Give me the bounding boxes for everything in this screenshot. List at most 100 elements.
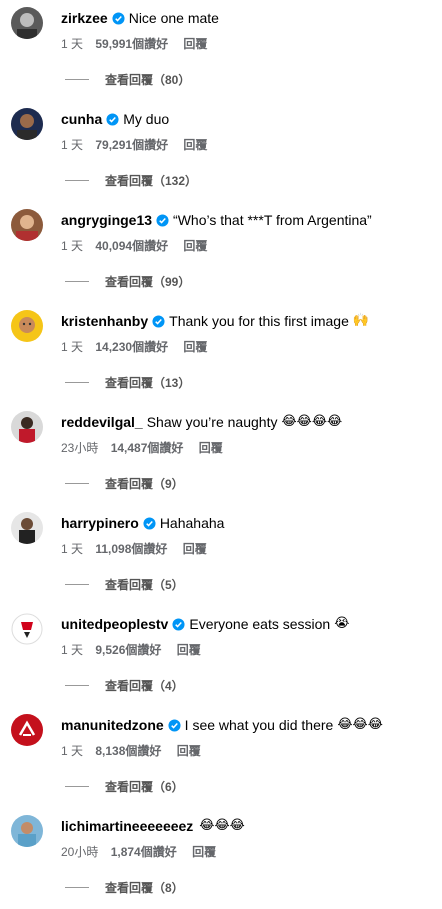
verified-badge-icon (112, 11, 125, 25)
avatar[interactable] (11, 411, 43, 443)
verified-badge-icon (172, 617, 185, 631)
divider (65, 382, 89, 383)
comment-item: kristenhanby Thank you for this first im… (0, 303, 442, 404)
like-count[interactable]: 1,874個讚好 (111, 845, 177, 859)
view-replies-label: 查看回覆（132） (105, 174, 198, 188)
avatar[interactable] (11, 209, 43, 241)
view-replies-label: 查看回覆（80） (105, 73, 191, 87)
like-count[interactable]: 11,098個讚好 (95, 542, 167, 556)
emoji: 😂😂😂 (337, 717, 383, 732)
comment-item: reddevilgal_ Shaw you’re naughty 😂😂😂😂 23… (0, 404, 442, 505)
avatar[interactable] (11, 310, 43, 342)
username[interactable]: cunha (61, 110, 102, 128)
comment-text: My duo (123, 111, 170, 127)
reply-button[interactable]: 回覆 (192, 845, 216, 859)
view-replies-button[interactable]: 查看回覆（4） (65, 677, 184, 694)
divider (65, 685, 89, 686)
username[interactable]: reddevilgal_ (61, 413, 143, 431)
emoji: 😂😂😂😂 (281, 414, 343, 429)
view-replies-button[interactable]: 查看回覆（6） (65, 778, 184, 795)
username[interactable]: harrypinero (61, 514, 139, 532)
username[interactable]: unitedpeoplestv (61, 615, 168, 633)
divider (65, 79, 89, 80)
comment-text: “Who’s that ***T from Argentina” (173, 212, 372, 228)
view-replies-label: 查看回覆（8） (105, 881, 184, 895)
like-count[interactable]: 9,526個讚好 (95, 643, 161, 657)
comment-time: 1 天 (61, 239, 84, 253)
comment-item: unitedpeoplestv Everyone eats session 😭 … (0, 606, 442, 707)
comment-text: Hahahaha (159, 515, 225, 531)
verified-badge-icon (168, 718, 181, 732)
view-replies-label: 查看回覆（13） (105, 376, 191, 390)
reply-button[interactable]: 回覆 (183, 138, 207, 152)
view-replies-button[interactable]: 查看回覆（132） (65, 172, 197, 189)
view-replies-button[interactable]: 查看回覆（13） (65, 374, 190, 391)
comment-list: zirkzee Nice one mate 1 天 59,991個讚好 回覆 查… (0, 0, 442, 909)
view-replies-button[interactable]: 查看回覆（9） (65, 475, 184, 492)
divider (65, 180, 89, 181)
avatar[interactable] (11, 7, 43, 39)
reply-button[interactable]: 回覆 (183, 239, 207, 253)
emoji: 😂😂😂 (199, 818, 245, 833)
view-replies-label: 查看回覆（5） (105, 578, 184, 592)
comment-time: 1 天 (61, 37, 84, 51)
divider (65, 786, 89, 787)
comment-time: 1 天 (61, 643, 84, 657)
username[interactable]: kristenhanby (61, 312, 148, 330)
comment-item: cunha My duo 1 天 79,291個讚好 回覆 查看回覆（132） (0, 101, 442, 202)
reply-button[interactable]: 回覆 (177, 643, 201, 657)
divider (65, 281, 89, 282)
like-count[interactable]: 79,291個讚好 (95, 138, 168, 152)
reply-button[interactable]: 回覆 (183, 340, 207, 354)
reply-button[interactable]: 回覆 (183, 37, 207, 51)
avatar[interactable] (11, 815, 43, 847)
reply-button[interactable]: 回覆 (183, 542, 207, 556)
emoji: 😭 (334, 616, 350, 631)
username[interactable]: zirkzee (61, 9, 108, 27)
comment-time: 1 天 (61, 744, 84, 758)
view-replies-label: 查看回覆（6） (105, 780, 184, 794)
avatar[interactable] (11, 714, 43, 746)
reply-button[interactable]: 回覆 (177, 744, 201, 758)
comment-item: lichimartineeeeeeez 😂😂😂 20小時 1,874個讚好 回覆… (0, 808, 442, 909)
like-count[interactable]: 14,487個讚好 (111, 441, 184, 455)
view-replies-button[interactable]: 查看回覆（80） (65, 71, 190, 88)
comment-item: angryginge13 “Who’s that ***T from Argen… (0, 202, 442, 303)
view-replies-label: 查看回覆（9） (105, 477, 184, 491)
comment-text: Thank you for this first image (169, 313, 349, 329)
divider (65, 483, 89, 484)
avatar[interactable] (11, 108, 43, 140)
divider (65, 584, 89, 585)
comment-time: 23小時 (61, 441, 99, 455)
emoji: 🙌 (352, 313, 370, 328)
view-replies-label: 查看回覆（4） (105, 679, 184, 693)
verified-badge-icon (143, 516, 156, 530)
comment-text: Nice one mate (128, 10, 219, 26)
like-count[interactable]: 40,094個讚好 (95, 239, 168, 253)
like-count[interactable]: 59,991個讚好 (95, 37, 168, 51)
comment-text: Shaw you’re naughty (146, 414, 278, 430)
view-replies-button[interactable]: 查看回覆（5） (65, 576, 184, 593)
username[interactable]: angryginge13 (61, 211, 152, 229)
comment-time: 1 天 (61, 542, 84, 556)
comment-item: harrypinero Hahahaha 1 天 11,098個讚好 回覆 查看… (0, 505, 442, 606)
avatar[interactable] (11, 512, 43, 544)
comment-time: 1 天 (61, 340, 84, 354)
comment-item: zirkzee Nice one mate 1 天 59,991個讚好 回覆 查… (0, 0, 442, 101)
comment-time: 20小時 (61, 845, 99, 859)
verified-badge-icon (152, 314, 165, 328)
view-replies-label: 查看回覆（99） (105, 275, 191, 289)
avatar[interactable] (11, 613, 43, 645)
comment-item: manunitedzone I see what you did there 😂… (0, 707, 442, 808)
username[interactable]: manunitedzone (61, 716, 164, 734)
view-replies-button[interactable]: 查看回覆（99） (65, 273, 190, 290)
comment-text: Everyone eats session (189, 616, 331, 632)
comment-text: I see what you did there (184, 717, 334, 733)
comment-time: 1 天 (61, 138, 84, 152)
like-count[interactable]: 14,230個讚好 (95, 340, 168, 354)
like-count[interactable]: 8,138個讚好 (95, 744, 161, 758)
view-replies-button[interactable]: 查看回覆（8） (65, 879, 184, 896)
verified-badge-icon (106, 112, 119, 126)
username[interactable]: lichimartineeeeeeez (61, 817, 193, 835)
reply-button[interactable]: 回覆 (199, 441, 223, 455)
